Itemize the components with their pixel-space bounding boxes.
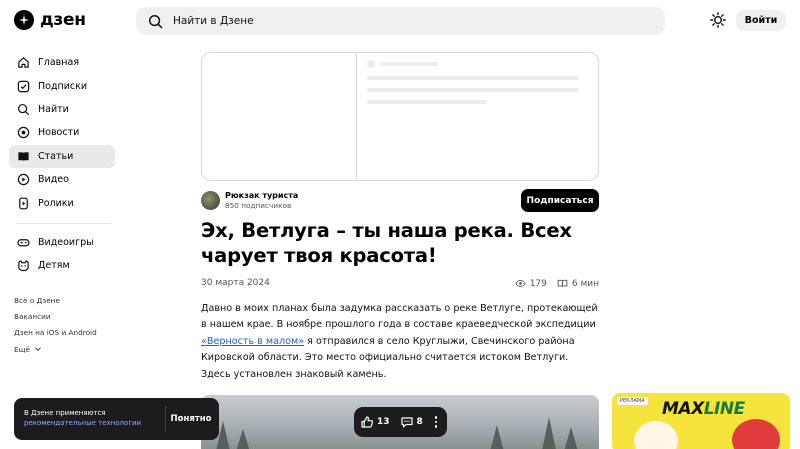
author-avatar[interactable] [201, 191, 220, 210]
sidebar-item-label: Видео [38, 174, 69, 186]
sidebar-item-label: Подписки [38, 80, 88, 92]
theme-toggle-sun-icon[interactable] [710, 12, 726, 28]
cookie-notice: В Дзене применяются рекомендательные тех… [14, 398, 219, 440]
advertisement-banner[interactable]: РЕКЛАМА MAXLINE [612, 393, 790, 449]
image-tree [541, 417, 557, 449]
article-stats: 179 6 мин [515, 278, 599, 289]
skeleton-line [367, 88, 579, 92]
ad-brand-logo: MAXLINE [662, 399, 745, 419]
comment-count: 8 [416, 417, 423, 427]
skeleton-line [380, 62, 438, 66]
skeleton-line [367, 76, 579, 80]
cookie-divider [165, 406, 166, 432]
sidebar-item-subscriptions[interactable]: Подписки [9, 74, 115, 97]
image-tree [489, 425, 505, 449]
sidebar-item-kids[interactable]: Детям [9, 254, 115, 277]
sidebar-item-videogames[interactable]: Видеоигры [9, 231, 115, 254]
image-tree [563, 427, 579, 449]
article-title: Эх, Ветлуга – ты наша река. Всех чарует … [201, 219, 572, 267]
footer-link-vacancies[interactable]: Вакансии [14, 308, 97, 324]
logo-text: дзен [40, 10, 86, 30]
sidebar-item-shorts[interactable]: Ролики [9, 191, 115, 214]
sidebar-item-label: Видеоигры [38, 236, 94, 248]
sidebar-item-articles[interactable]: Статьи [9, 144, 115, 168]
comment-icon [400, 417, 413, 428]
skeleton-dot [367, 60, 375, 68]
skeleton-line [367, 100, 487, 104]
shorts-icon [19, 197, 28, 209]
search-icon [148, 14, 163, 28]
body-text-part: Давно в моих планах была задумка рассказ… [201, 303, 598, 331]
search-input[interactable] [173, 15, 633, 27]
expedition-link[interactable]: «Верность в малом» [201, 336, 304, 347]
author-subscribers: 850 подписчиков [225, 201, 292, 210]
comments-button[interactable]: 8 [400, 415, 423, 429]
sidebar-divider [17, 222, 111, 224]
ad-brand-part: MAX [662, 399, 704, 419]
footer-more-label: Ещё [14, 344, 30, 354]
eye-icon [515, 279, 526, 288]
chevron-down-icon [35, 347, 41, 352]
subscriptions-icon [17, 80, 30, 92]
video-icon [17, 173, 30, 186]
dzen-logo[interactable]: дзен [14, 10, 86, 30]
cookie-accept-button[interactable]: Понятно [170, 407, 212, 431]
sidebar-item-home[interactable]: Главная [9, 51, 115, 74]
ad-character [634, 421, 678, 449]
cookie-text: В Дзене применяются рекомендательные тех… [24, 408, 141, 428]
article-actions-bar: 13 8 [354, 407, 447, 437]
author-name[interactable]: Рюкзак туриста [225, 191, 298, 200]
subscribe-button[interactable]: Подписаться [521, 189, 599, 212]
footer-link-more[interactable]: Ещё [14, 341, 97, 357]
sidebar-item-video[interactable]: Видео [9, 168, 115, 191]
sidebar-item-label: Статьи [38, 150, 74, 162]
articles-icon [18, 152, 29, 161]
sidebar-item-label: Найти [38, 103, 69, 115]
recommendation-tech-link[interactable]: рекомендательные технологии [24, 418, 141, 428]
sidebar-item-label: Главная [38, 57, 80, 69]
sidebar-footer: Всё о Дзене Вакансии Дзен на iOS и Andro… [14, 292, 97, 357]
book-icon [557, 279, 568, 287]
footer-link-apps[interactable]: Дзен на iOS и Android [14, 325, 97, 341]
sidebar-item-label: Детям [38, 260, 70, 272]
login-button[interactable]: Войти [736, 10, 786, 31]
sidebar-item-search[interactable]: Найти [9, 98, 115, 121]
home-icon [18, 57, 29, 68]
sidebar-item-news[interactable]: Новости [9, 121, 115, 144]
search-bar[interactable] [136, 7, 665, 35]
like-count: 13 [377, 417, 390, 427]
gamepad-icon [17, 239, 30, 247]
thumb-up-icon [361, 416, 374, 428]
ad-label: РЕКЛАМА [617, 397, 648, 405]
ad-character [732, 419, 780, 449]
dzen-logo-icon [14, 10, 34, 30]
footer-link-about[interactable]: Всё о Дзене [14, 292, 97, 308]
article-date: 30 марта 2024 [201, 278, 270, 288]
cookie-message: В Дзене применяются [24, 409, 106, 417]
image-tree [235, 429, 251, 449]
video-info-skeleton [357, 53, 598, 180]
ad-brand-part: LINE [703, 399, 746, 419]
video-player-placeholder[interactable] [201, 52, 599, 181]
video-preview [202, 53, 357, 180]
search-icon [17, 103, 30, 116]
read-time: 6 мин [571, 278, 599, 289]
article-body: Давно в моих планах была задумка рассказ… [201, 301, 599, 383]
sidebar-item-label: Ролики [38, 197, 74, 209]
like-button[interactable]: 13 [360, 415, 390, 429]
more-options-icon[interactable] [434, 416, 441, 428]
news-icon [17, 127, 30, 139]
view-count: 179 [529, 278, 547, 289]
sidebar-item-label: Новости [38, 127, 80, 139]
kids-icon [18, 260, 29, 272]
sidebar-nav: Главная Подписки Найти Новости Статьи Ви… [9, 51, 115, 278]
